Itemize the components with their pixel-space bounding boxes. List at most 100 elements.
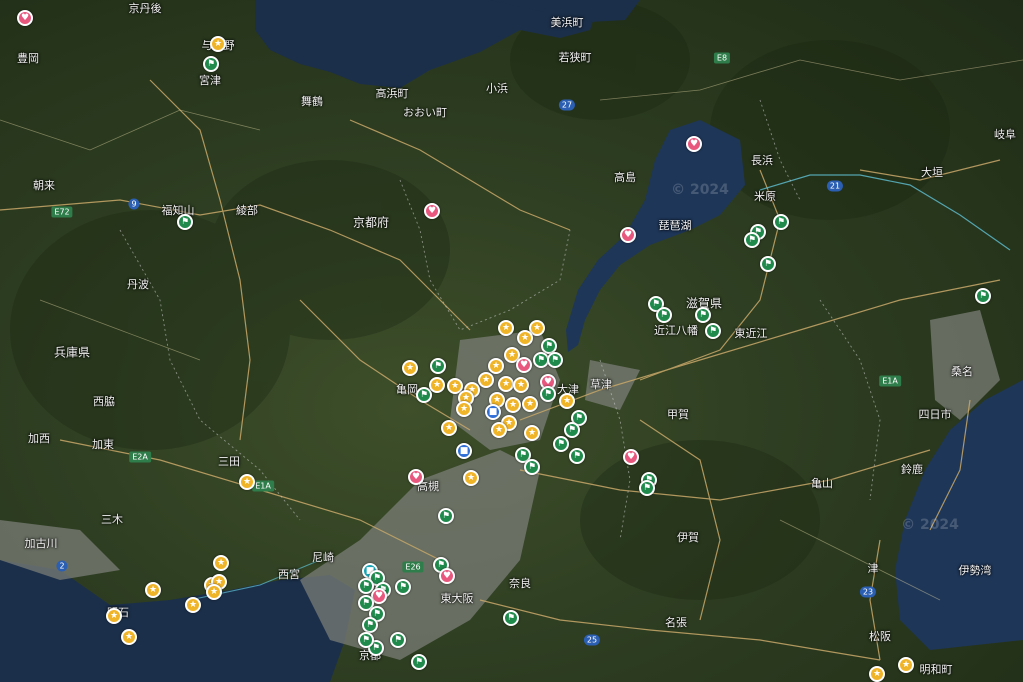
heart-marker[interactable]: ♥ [686, 136, 702, 152]
label-kusatsu: 草津 [590, 378, 612, 391]
flag-marker[interactable]: ⚑ [503, 610, 519, 626]
star-marker[interactable]: ★ [441, 420, 457, 436]
label-kato: 加東 [92, 438, 114, 451]
label-nishinomiya: 西宮 [278, 568, 300, 581]
star-marker[interactable]: ★ [522, 396, 538, 412]
label-miki: 三木 [101, 513, 123, 526]
label-nara: 奈良 [509, 577, 531, 590]
star-marker[interactable]: ★ [402, 360, 418, 376]
flag-marker[interactable]: ⚑ [540, 386, 556, 402]
flag-marker[interactable]: ⚑ [773, 214, 789, 230]
flag-marker[interactable]: ⚑ [547, 352, 563, 368]
road-shield: 21 [826, 180, 844, 192]
flag-marker[interactable]: ⚑ [203, 56, 219, 72]
label-ise-bay: 伊勢湾 [958, 564, 992, 577]
flag-marker[interactable]: ⚑ [390, 632, 406, 648]
star-marker[interactable]: ★ [456, 401, 472, 417]
star-marker[interactable]: ★ [559, 393, 575, 409]
lock-marker[interactable]: ■ [485, 404, 501, 420]
flag-marker[interactable]: ⚑ [760, 256, 776, 272]
road-shield: E1A [879, 375, 901, 387]
flag-marker[interactable]: ⚑ [553, 436, 569, 452]
road-shield: 27 [558, 99, 576, 111]
star-marker[interactable]: ★ [513, 377, 529, 393]
heart-marker[interactable]: ♥ [516, 357, 532, 373]
satellite-map[interactable]: 京丹後与謝野豊岡宮津舞鶴高浜町おおい町小浜美浜町若狭町京都府朝来福知山綾部丹波兵… [0, 0, 1023, 682]
label-obama: 小浜 [486, 82, 508, 95]
label-tsu: 津 [867, 562, 879, 575]
label-matsusaka: 松阪 [869, 630, 891, 643]
heart-marker[interactable]: ♥ [620, 227, 636, 243]
label-meiwa: 明和町 [919, 663, 953, 676]
star-marker[interactable]: ★ [121, 629, 137, 645]
road-shield: 2 [56, 560, 68, 572]
label-kameoka: 亀岡 [396, 383, 418, 396]
label-toyooka: 豊岡 [17, 52, 39, 65]
star-marker[interactable]: ★ [210, 36, 226, 52]
star-marker[interactable]: ★ [478, 372, 494, 388]
label-yokkaichi: 四日市 [918, 408, 952, 421]
star-marker[interactable]: ★ [145, 582, 161, 598]
label-higashiomi: 東近江 [734, 327, 768, 340]
heart-marker[interactable]: ♥ [424, 203, 440, 219]
flag-marker[interactable]: ⚑ [411, 654, 427, 670]
road-shield: 25 [583, 634, 601, 646]
star-marker[interactable]: ★ [206, 584, 222, 600]
star-marker[interactable]: ★ [498, 320, 514, 336]
lock-marker[interactable]: ■ [456, 443, 472, 459]
star-marker[interactable]: ★ [869, 666, 885, 682]
flag-marker[interactable]: ⚑ [358, 632, 374, 648]
label-gifu: 岐阜 [994, 128, 1016, 141]
label-nabari: 名張 [665, 616, 687, 629]
road-shield: E1A [252, 480, 274, 492]
label-amagasaki: 尼崎 [312, 551, 334, 564]
flag-marker[interactable]: ⚑ [569, 448, 585, 464]
flag-marker[interactable]: ⚑ [362, 617, 378, 633]
label-maizuru: 舞鶴 [301, 95, 323, 108]
flag-marker[interactable]: ⚑ [656, 307, 672, 323]
flag-marker[interactable]: ⚑ [524, 459, 540, 475]
ise-bay [895, 380, 1023, 650]
flag-marker[interactable]: ⚑ [975, 288, 991, 304]
flag-marker[interactable]: ⚑ [564, 422, 580, 438]
star-marker[interactable]: ★ [429, 377, 445, 393]
label-kameyama: 亀山 [811, 477, 833, 490]
star-marker[interactable]: ★ [213, 555, 229, 571]
heart-marker[interactable]: ♥ [17, 10, 33, 26]
label-kuwana: 桑名 [951, 365, 973, 378]
star-marker[interactable]: ★ [488, 358, 504, 374]
label-hyogo: 兵庫県 [53, 345, 91, 360]
flag-marker[interactable]: ⚑ [395, 579, 411, 595]
label-kyotango: 京丹後 [128, 2, 162, 15]
heart-marker[interactable]: ♥ [408, 469, 424, 485]
flag-marker[interactable]: ⚑ [744, 232, 760, 248]
road-shield: E26 [402, 561, 424, 573]
road-shield: 23 [859, 586, 877, 598]
label-asago: 朝来 [33, 179, 55, 192]
star-marker[interactable]: ★ [185, 597, 201, 613]
star-marker[interactable]: ★ [491, 422, 507, 438]
star-marker[interactable]: ★ [505, 397, 521, 413]
flag-marker[interactable]: ⚑ [705, 323, 721, 339]
label-kyoto-pref: 京都府 [352, 215, 390, 230]
road-shield: 9 [128, 198, 140, 210]
star-marker[interactable]: ★ [106, 608, 122, 624]
heart-marker[interactable]: ♥ [623, 449, 639, 465]
star-marker[interactable]: ★ [498, 376, 514, 392]
flag-marker[interactable]: ⚑ [438, 508, 454, 524]
flag-marker[interactable]: ⚑ [177, 214, 193, 230]
flag-marker[interactable]: ⚑ [639, 480, 655, 496]
map-watermark-2: © 2024 [671, 182, 729, 198]
label-higashiosaka: 東大阪 [440, 592, 474, 605]
star-marker[interactable]: ★ [463, 470, 479, 486]
flag-marker[interactable]: ⚑ [695, 307, 711, 323]
road-shield: E8 [713, 52, 731, 64]
label-mihama: 美浜町 [550, 16, 584, 29]
label-koka: 甲賀 [667, 408, 689, 421]
heart-marker[interactable]: ♥ [439, 568, 455, 584]
star-marker[interactable]: ★ [517, 330, 533, 346]
star-marker[interactable]: ★ [239, 474, 255, 490]
star-marker[interactable]: ★ [898, 657, 914, 673]
flag-marker[interactable]: ⚑ [430, 358, 446, 374]
star-marker[interactable]: ★ [524, 425, 540, 441]
